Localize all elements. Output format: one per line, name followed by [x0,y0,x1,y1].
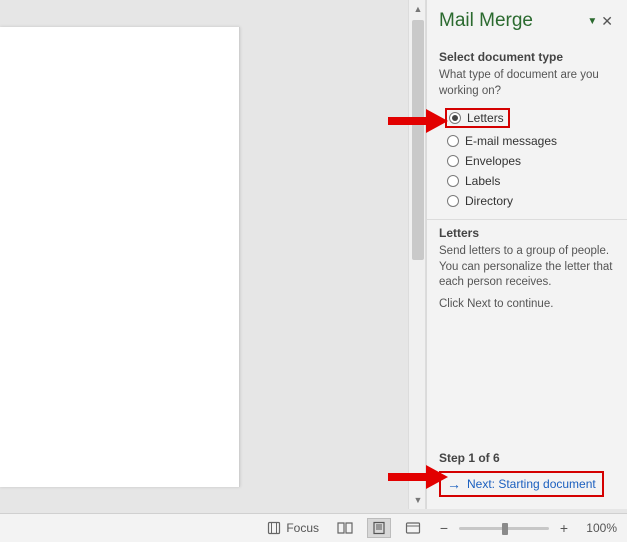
close-icon[interactable]: ✕ [597,11,617,32]
divider [427,219,627,220]
radio-icon [447,135,459,147]
radio-label: Letters [467,111,504,125]
view-web-layout-button[interactable] [401,518,425,538]
zoom-controls: − + 100% [435,520,617,536]
pane-body: Select document type What type of docume… [427,38,627,312]
radio-option-envelopes[interactable]: Envelopes [445,151,615,171]
radio-label: E-mail messages [465,134,557,148]
pane-title: Mail Merge [439,10,581,32]
radio-label: Envelopes [465,154,521,168]
radio-icon [447,175,459,187]
zoom-percent[interactable]: 100% [579,521,617,535]
radio-icon [447,195,459,207]
zoom-slider-track[interactable] [459,527,549,530]
status-bar: Focus − + 100% [0,513,627,542]
document-page[interactable] [0,27,240,487]
focus-icon [266,520,282,536]
radio-option-letters[interactable]: Letters [445,105,615,131]
zoom-out-button[interactable]: − [435,520,453,536]
vertical-scrollbar[interactable]: ▲ ▼ [408,0,426,509]
radio-label: Directory [465,194,513,208]
radio-option-email[interactable]: E-mail messages [445,131,615,151]
radio-label: Labels [465,174,500,188]
scroll-up-button[interactable]: ▲ [409,0,427,18]
mail-merge-pane: Mail Merge ▼ ✕ Select document type What… [426,0,627,509]
select-doc-type-heading: Select document type [439,50,615,64]
radio-option-directory[interactable]: Directory [445,191,615,211]
document-canvas [0,0,243,509]
scroll-down-button[interactable]: ▼ [409,491,427,509]
arrow-right-icon: → [447,477,461,491]
selected-type-description: Send letters to a group of people. You c… [439,244,615,291]
view-read-mode-button[interactable] [333,518,357,538]
selected-type-heading: Letters [439,226,615,240]
view-print-layout-button[interactable] [367,518,391,538]
annotation-highlight-letters: Letters [445,108,510,128]
radio-icon [449,112,461,124]
continue-instruction: Click Next to continue. [439,297,615,313]
focus-mode-button[interactable]: Focus [262,520,323,536]
annotation-highlight-next: → Next: Starting document [439,471,604,497]
zoom-slider-thumb[interactable] [502,523,508,535]
select-doc-type-question: What type of document are you working on… [439,68,615,99]
pane-menu-dropdown-icon[interactable]: ▼ [587,16,597,27]
next-step-link[interactable]: Next: Starting document [467,477,596,491]
document-type-radio-group: Letters E-mail messages Envelopes Labels… [445,105,615,211]
radio-option-labels[interactable]: Labels [445,171,615,191]
scroll-thumb[interactable] [412,20,424,260]
pane-header: Mail Merge ▼ ✕ [427,0,627,38]
focus-label: Focus [286,521,319,535]
radio-icon [447,155,459,167]
zoom-in-button[interactable]: + [555,520,573,536]
step-indicator: Step 1 of 6 [439,451,615,465]
wizard-step-footer: Step 1 of 6 → Next: Starting document [427,451,627,509]
